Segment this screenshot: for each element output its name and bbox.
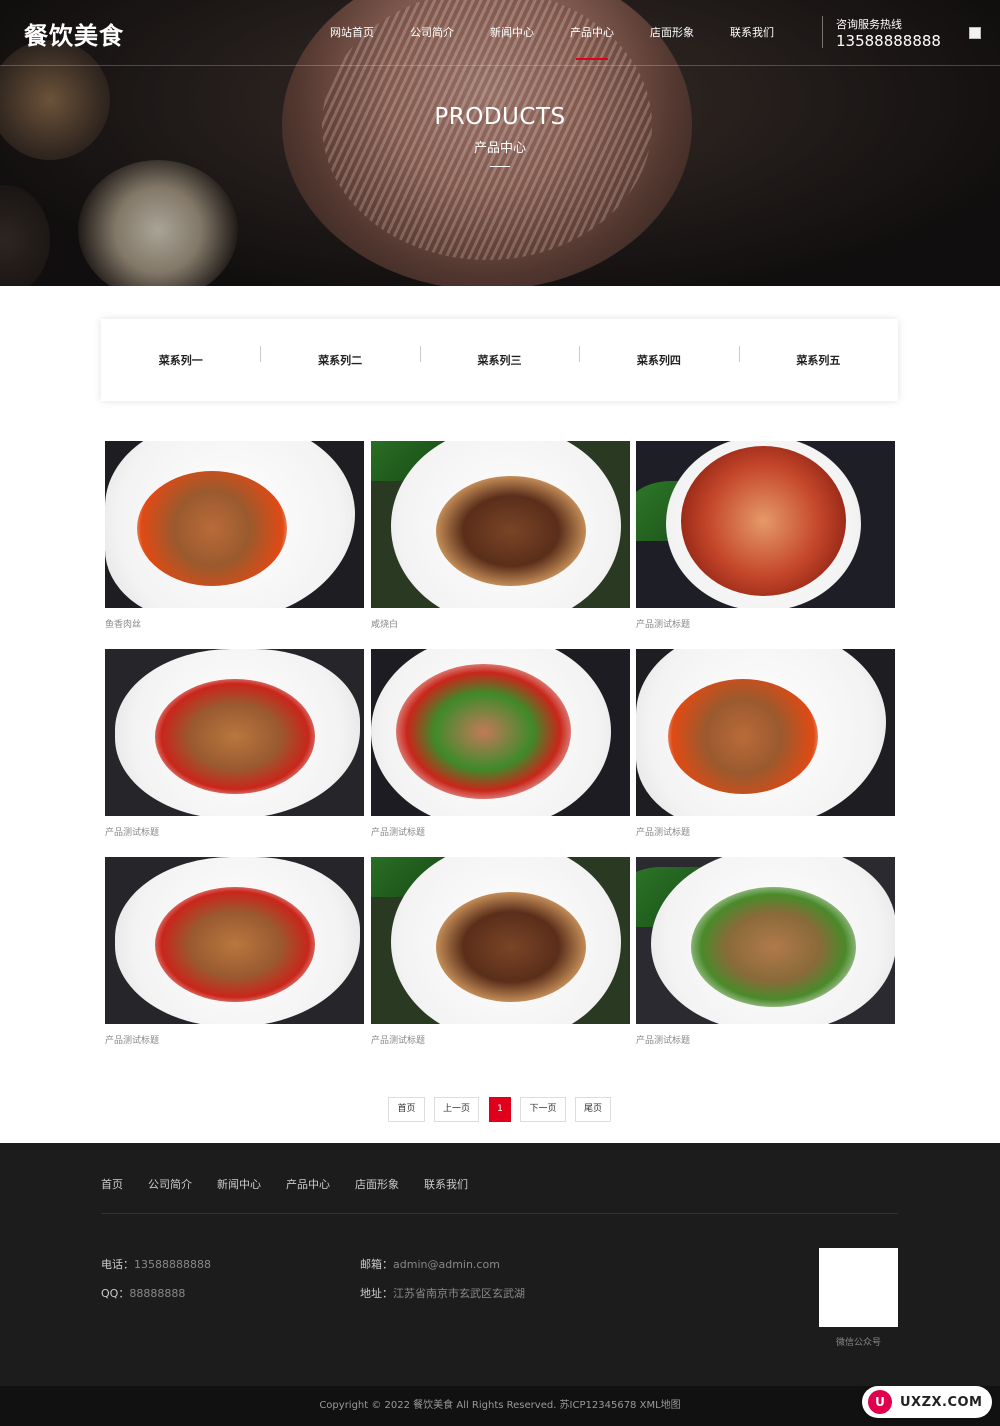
product-title[interactable]: 产品测试标题 bbox=[636, 825, 895, 838]
watermark-logo-icon: U bbox=[868, 1390, 892, 1414]
product-image[interactable] bbox=[105, 441, 364, 608]
product-card[interactable]: 产品测试标题 bbox=[371, 857, 630, 1046]
product-image[interactable] bbox=[105, 649, 364, 816]
qq-label: QQ： bbox=[101, 1287, 130, 1300]
footer-email: 邮箱：admin@admin.com bbox=[360, 1256, 500, 1272]
footer-nav-news[interactable]: 新闻中心 bbox=[217, 1176, 261, 1192]
category-tab-1[interactable]: 菜系列一 bbox=[101, 352, 260, 368]
category-tab-4[interactable]: 菜系列四 bbox=[579, 346, 738, 368]
product-image[interactable] bbox=[636, 857, 895, 1024]
category-tab-5[interactable]: 菜系列五 bbox=[738, 346, 898, 368]
hotline-divider bbox=[822, 16, 823, 48]
product-image[interactable] bbox=[636, 649, 895, 816]
product-image[interactable] bbox=[105, 857, 364, 1024]
footer-nav-stores[interactable]: 店面形象 bbox=[355, 1176, 399, 1192]
product-title[interactable]: 咸烧白 bbox=[371, 617, 630, 630]
qr-label: 微信公众号 bbox=[835, 1338, 881, 1348]
watermark-badge: U UXZX.COM bbox=[862, 1386, 992, 1418]
product-title[interactable]: 产品测试标题 bbox=[371, 825, 630, 838]
footer-qq: QQ：88888888 bbox=[101, 1285, 185, 1301]
last-page-button[interactable]: 尾页 bbox=[575, 1097, 611, 1122]
footer-address: 地址：江苏省南京市玄武区玄武湖 bbox=[360, 1285, 525, 1301]
pagination: 首页 上一页 1 下一页 尾页 bbox=[0, 1097, 1000, 1122]
product-card[interactable]: 产品测试标题 bbox=[105, 857, 364, 1046]
nav-item-products[interactable]: 产品中心 bbox=[552, 0, 632, 66]
nav-item-stores[interactable]: 店面形象 bbox=[632, 0, 712, 66]
product-image[interactable] bbox=[371, 441, 630, 608]
footer-nav-about[interactable]: 公司简介 bbox=[148, 1176, 192, 1192]
footer-nav-home[interactable]: 首页 bbox=[101, 1176, 123, 1192]
nav-item-contact[interactable]: 联系我们 bbox=[712, 0, 792, 66]
product-title[interactable]: 产品测试标题 bbox=[636, 617, 895, 630]
wechat-qr-code bbox=[819, 1248, 898, 1327]
product-image[interactable] bbox=[371, 857, 630, 1024]
product-card[interactable]: 产品测试标题 bbox=[636, 649, 895, 838]
product-image[interactable] bbox=[636, 441, 895, 608]
address-label: 地址： bbox=[360, 1287, 393, 1300]
next-page-button[interactable]: 下一页 bbox=[520, 1097, 566, 1122]
nav-item-about[interactable]: 公司简介 bbox=[392, 0, 472, 66]
watermark-text: UXZX.COM bbox=[900, 1394, 983, 1410]
hotline-label: 咨询服务热线 bbox=[836, 18, 902, 31]
product-title[interactable]: 产品测试标题 bbox=[371, 1033, 630, 1046]
qq-value: 88888888 bbox=[129, 1287, 186, 1300]
broken-image-icon bbox=[969, 27, 981, 39]
product-card[interactable]: 产品测试标题 bbox=[636, 441, 895, 630]
footer-divider bbox=[101, 1213, 898, 1214]
top-navigation-bar: 餐饮美食 网站首页 公司简介 新闻中心 产品中心 店面形象 联系我们 咨询服务热… bbox=[0, 0, 1000, 66]
email-label: 邮箱： bbox=[360, 1258, 393, 1271]
phone-value: 13588888888 bbox=[134, 1258, 211, 1271]
first-page-button[interactable]: 首页 bbox=[388, 1097, 425, 1122]
category-tab-bar: 菜系列一 菜系列二 菜系列三 菜系列四 菜系列五 bbox=[101, 319, 898, 401]
copyright-bar: Copyright © 2022 餐饮美食 All Rights Reserve… bbox=[0, 1386, 1000, 1426]
product-card[interactable]: 产品测试标题 bbox=[636, 857, 895, 1046]
nav-item-news[interactable]: 新闻中心 bbox=[472, 0, 552, 66]
product-card[interactable]: 咸烧白 bbox=[371, 441, 630, 630]
current-page-button[interactable]: 1 bbox=[489, 1097, 511, 1122]
page-footer: 首页 公司简介 新闻中心 产品中心 店面形象 联系我们 电话：135888888… bbox=[0, 1143, 1000, 1386]
banner-underline bbox=[490, 166, 510, 167]
main-nav: 网站首页 公司简介 新闻中心 产品中心 店面形象 联系我们 bbox=[312, 0, 792, 66]
prev-page-button[interactable]: 上一页 bbox=[434, 1097, 479, 1122]
product-card[interactable]: 鱼香肉丝 bbox=[105, 441, 364, 630]
category-tab-2[interactable]: 菜系列二 bbox=[260, 346, 419, 368]
product-title[interactable]: 产品测试标题 bbox=[105, 1033, 364, 1046]
banner-title: PRODUCTS bbox=[434, 104, 566, 130]
product-card[interactable]: 产品测试标题 bbox=[105, 649, 364, 838]
product-title[interactable]: 鱼香肉丝 bbox=[105, 617, 364, 630]
page-banner: 餐饮美食 网站首页 公司简介 新闻中心 产品中心 店面形象 联系我们 咨询服务热… bbox=[0, 0, 1000, 286]
site-logo[interactable]: 餐饮美食 bbox=[24, 16, 124, 51]
nav-item-home[interactable]: 网站首页 bbox=[312, 0, 392, 66]
footer-nav: 首页 公司简介 新闻中心 产品中心 店面形象 联系我们 bbox=[101, 1176, 493, 1192]
footer-nav-contact[interactable]: 联系我们 bbox=[424, 1176, 468, 1192]
email-value[interactable]: admin@admin.com bbox=[393, 1258, 500, 1271]
footer-nav-products[interactable]: 产品中心 bbox=[286, 1176, 330, 1192]
address-value: 江苏省南京市玄武区玄武湖 bbox=[393, 1287, 525, 1300]
product-card[interactable]: 产品测试标题 bbox=[371, 649, 630, 838]
phone-label: 电话： bbox=[101, 1258, 134, 1271]
hotline-number: 13588888888 bbox=[836, 32, 941, 50]
category-tab-3[interactable]: 菜系列三 bbox=[419, 346, 579, 368]
product-title[interactable]: 产品测试标题 bbox=[636, 1033, 895, 1046]
banner-subtitle: 产品中心 bbox=[473, 141, 526, 156]
product-image[interactable] bbox=[371, 649, 630, 816]
footer-phone: 电话：13588888888 bbox=[101, 1256, 211, 1272]
product-title[interactable]: 产品测试标题 bbox=[105, 825, 364, 838]
